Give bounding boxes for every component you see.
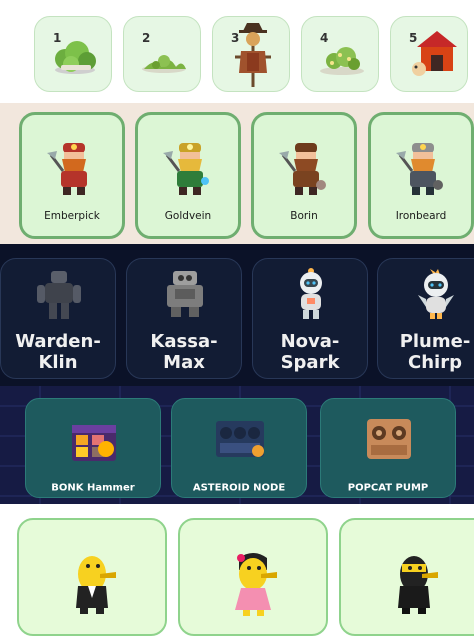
machines-row: BONK Hammer ASTEROID NODE POPCAT PUMP (0, 386, 474, 504)
machine-name: ASTEROID NODE (192, 482, 286, 494)
numbered-items-row: 1 2 3 4 5 (0, 0, 474, 103)
item-number: 1 (53, 31, 62, 45)
machine-name: BONK Hammer (51, 482, 135, 494)
dark-mech-robot-icon (37, 271, 81, 319)
robot-card-warden-klin[interactable]: Warden- Klin (0, 258, 116, 379)
scarecrow-icon (235, 23, 271, 87)
robot-name: Plume- Chirp (399, 331, 471, 373)
item-card-1[interactable]: 1 (34, 16, 112, 92)
dwarf-card-emberpick[interactable]: Emberpick (19, 112, 125, 239)
bush-icon (55, 41, 96, 74)
machine-name: POPCAT PUMP (347, 482, 429, 494)
dwarf-card-borin[interactable]: Borin (251, 112, 357, 239)
blue-mining-rig-icon (216, 421, 264, 457)
duck-card-ninja[interactable] (339, 518, 474, 636)
item-card-4[interactable]: 4 (301, 16, 379, 92)
duck-pink-dress-icon (235, 553, 277, 616)
robot-name: Kassa- Max (150, 331, 218, 373)
robot-card-kassa-max[interactable]: Kassa- Max (126, 258, 242, 379)
duck-tuxedo-icon (76, 556, 116, 614)
purple-loot-crate-icon (72, 425, 116, 461)
dwarf-name: Goldvein (164, 210, 212, 222)
item-card-3[interactable]: 3 (212, 16, 290, 92)
green-dwarf-miner-icon (163, 143, 209, 195)
dwarf-name: Ironbeard (395, 210, 447, 222)
gray-boxy-robot-icon (167, 271, 203, 317)
item-card-2[interactable]: 2 (123, 16, 201, 92)
dwarf-card-goldvein[interactable]: Goldvein (135, 112, 241, 239)
doghouse-icon (412, 31, 457, 76)
item-number: 4 (320, 31, 329, 45)
dwarf-name: Borin (290, 210, 318, 222)
dwarf-name: Emberpick (44, 210, 100, 222)
machine-card-asteroid-node[interactable]: ASTEROID NODE (171, 398, 307, 498)
item-number: 2 (142, 31, 151, 45)
dwarf-miners-row: Emberpick Goldvein Borin Ironbeard (0, 103, 474, 244)
grey-dwarf-miner-icon (396, 143, 443, 195)
white-bird-robot-icon (418, 269, 454, 319)
robot-card-nova-spark[interactable]: Nova- Spark (252, 258, 368, 379)
robot-name: Nova- Spark (280, 331, 340, 373)
robots-row: Warden- Klin Kassa- Max Nova- Spark Plum… (0, 244, 474, 386)
item-number: 3 (231, 31, 240, 45)
red-dwarf-miner-icon (47, 143, 87, 195)
grass-tuft-icon (142, 55, 186, 73)
machine-card-bonk-hammer[interactable]: BONK Hammer (25, 398, 161, 498)
duck-characters-row (0, 504, 474, 636)
dwarf-card-ironbeard[interactable]: Ironbeard (368, 112, 474, 239)
machine-card-popcat-pump[interactable]: POPCAT PUMP (320, 398, 456, 498)
item-number: 5 (409, 31, 418, 45)
item-card-5[interactable]: 5 (390, 16, 468, 92)
brown-dwarf-miner-icon (279, 143, 326, 195)
white-astronaut-robot-icon (300, 268, 322, 319)
duck-card-pink-dress[interactable] (178, 518, 328, 636)
duck-ninja-icon (398, 556, 438, 614)
robot-card-plume-chirp[interactable]: Plume- Chirp (377, 258, 474, 379)
copper-mining-rig-icon (367, 419, 411, 459)
robot-name: Warden- Klin (15, 331, 101, 373)
flower-bush-icon (320, 47, 364, 75)
duck-card-tuxedo[interactable] (17, 518, 167, 636)
